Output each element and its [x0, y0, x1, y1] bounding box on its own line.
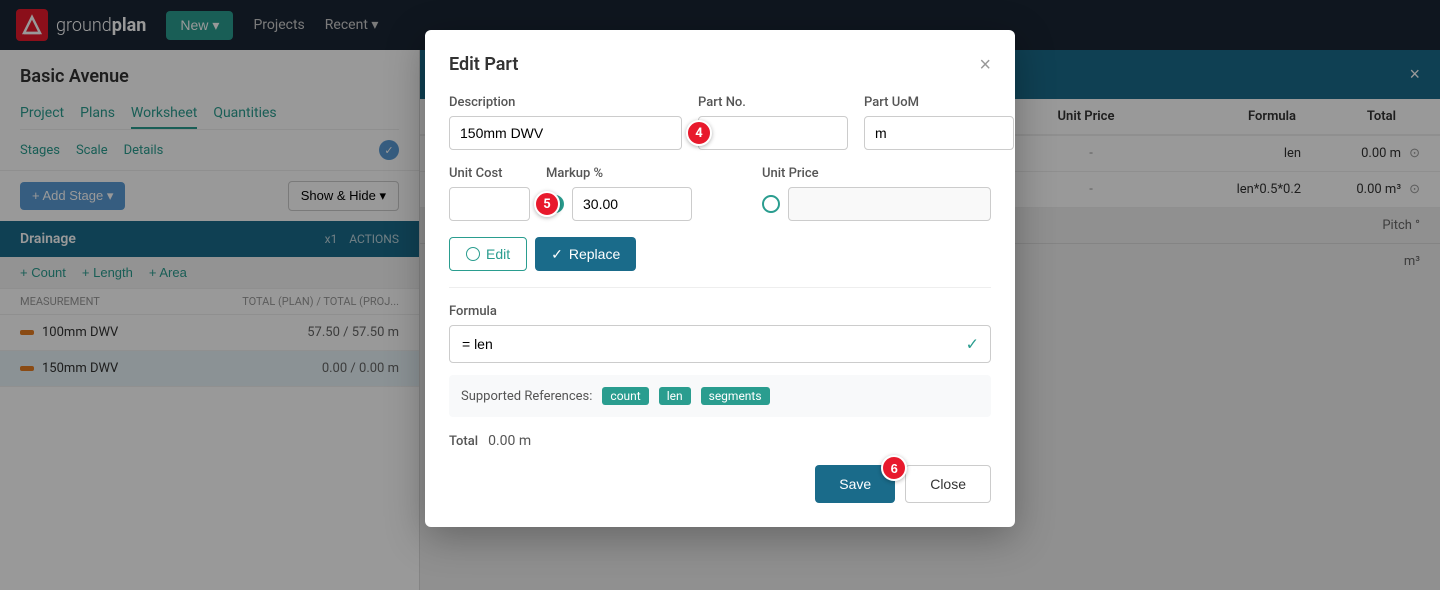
supported-refs-section: Supported References: count len segments	[449, 375, 991, 417]
unit-cost-input-wrap: 5	[449, 187, 530, 221]
unit-cost-input[interactable]	[449, 187, 530, 221]
edit-button[interactable]: Edit	[449, 237, 527, 271]
edit-part-modal: Edit Part × Description 4 Part No. Part …	[425, 30, 1015, 527]
divider	[449, 287, 991, 288]
total-value: 0.00 m	[488, 433, 531, 449]
ref-tag-len: len	[659, 387, 691, 405]
description-input[interactable]	[449, 116, 682, 150]
unit-price-input[interactable]	[788, 187, 991, 221]
part-uom-input[interactable]	[864, 116, 1014, 150]
total-label: Total	[449, 434, 478, 449]
part-uom-field-group: Part UoM	[864, 95, 1014, 150]
unit-price-field-group: Unit Price	[762, 166, 991, 221]
modal-title: Edit Part	[449, 54, 518, 75]
formula-input[interactable]	[449, 325, 991, 363]
form-row-description: Description 4 Part No. Part UoM	[449, 95, 991, 150]
save-button[interactable]: Save 6	[815, 465, 895, 503]
unit-price-label: Unit Price	[762, 166, 991, 181]
form-row-cost: Unit Cost 5 Markup % Unit Price	[449, 166, 991, 221]
description-label: Description	[449, 95, 682, 110]
description-field-group: Description 4	[449, 95, 682, 150]
description-input-wrap: 4	[449, 116, 682, 150]
supported-refs-label: Supported References:	[461, 389, 592, 404]
formula-check-icon: ✓	[966, 335, 979, 354]
step-badge-5: 5	[534, 191, 560, 217]
unit-cost-label: Unit Cost	[449, 166, 530, 181]
part-no-field-group: Part No.	[698, 95, 848, 150]
ref-tag-segments: segments	[701, 387, 770, 405]
markup-field-group: Markup %	[546, 166, 746, 221]
unit-price-input-wrap	[762, 187, 991, 221]
part-uom-label: Part UoM	[864, 95, 1014, 110]
markup-input[interactable]	[572, 187, 692, 221]
formula-field-group: Formula ✓	[449, 304, 991, 363]
modal-footer: Save 6 Close	[449, 465, 991, 503]
edit-icon	[466, 247, 480, 261]
edit-replace-row: Edit ✓ Replace	[449, 237, 991, 271]
unit-cost-field-group: Unit Cost 5	[449, 166, 530, 221]
total-row: Total 0.00 m	[449, 433, 991, 449]
part-no-input[interactable]	[698, 116, 848, 150]
ref-tag-count: count	[602, 387, 648, 405]
close-modal-button[interactable]: Close	[905, 465, 991, 503]
markup-label: Markup %	[546, 166, 746, 181]
formula-label: Formula	[449, 304, 991, 319]
step-badge-6: 6	[881, 455, 907, 481]
part-no-label: Part No.	[698, 95, 848, 110]
unit-price-radio[interactable]	[762, 195, 780, 213]
step-badge-4: 4	[686, 120, 712, 146]
modal-header: Edit Part ×	[449, 54, 991, 75]
formula-input-wrap: ✓	[449, 325, 991, 363]
markup-input-wrap	[546, 187, 746, 221]
replace-icon: ✓	[551, 246, 563, 263]
replace-button[interactable]: ✓ Replace	[535, 237, 636, 271]
modal-close-button[interactable]: ×	[979, 55, 991, 75]
